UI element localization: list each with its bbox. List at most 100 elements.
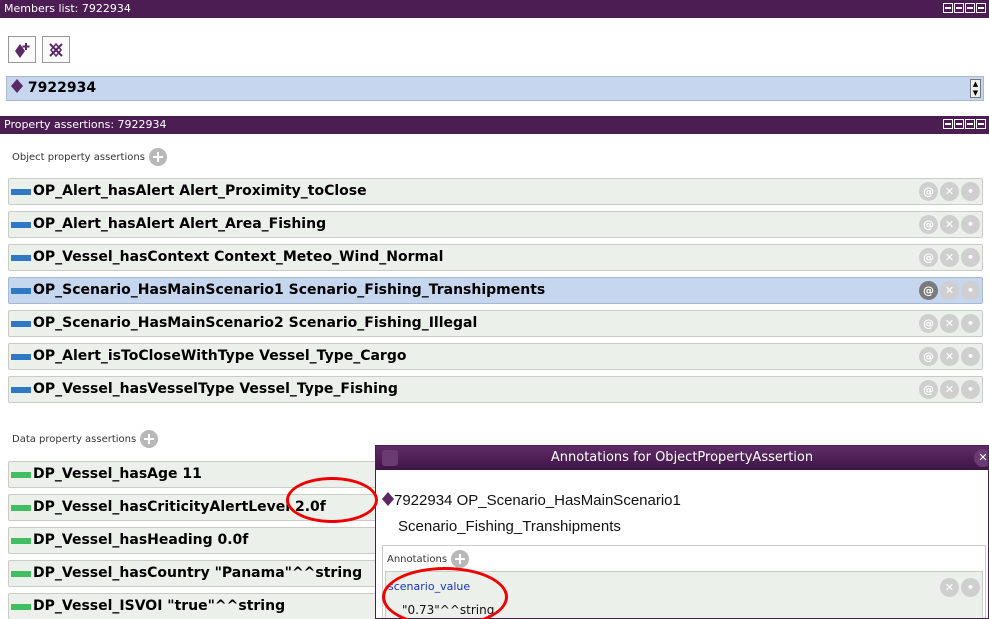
window-minimize-icon[interactable] bbox=[954, 119, 964, 129]
annotation-subject-line1: 7922934 OP_Scenario_HasMainScenario1 bbox=[394, 492, 681, 509]
object-property-icon bbox=[11, 353, 31, 360]
data-property-icon bbox=[11, 603, 31, 610]
object-property-section-label: Object property assertions bbox=[12, 151, 145, 163]
window-float-icon[interactable] bbox=[943, 3, 953, 13]
window-close-icon[interactable] bbox=[976, 119, 986, 129]
annotation-subject: 7922934 OP_Scenario_HasMainScenario1 Sce… bbox=[382, 488, 681, 540]
delete-icon[interactable]: ✕ bbox=[940, 215, 959, 234]
edit-icon[interactable]: • bbox=[961, 248, 980, 267]
annotate-icon[interactable]: @ bbox=[919, 380, 938, 399]
add-data-property-icon[interactable] bbox=[140, 430, 159, 448]
selected-individual-label: 7922934 bbox=[27, 80, 97, 96]
add-object-property-icon[interactable] bbox=[148, 148, 167, 166]
individual-diamond-icon bbox=[382, 492, 394, 506]
window-maximize-icon[interactable] bbox=[965, 119, 975, 129]
data-property-icon bbox=[11, 471, 31, 478]
add-individual-icon bbox=[15, 42, 30, 58]
annotations-dialog-title: Annotations for ObjectPropertyAssertion bbox=[550, 450, 814, 465]
add-individual-button[interactable] bbox=[8, 36, 36, 63]
row-actions: @ ✕ • bbox=[919, 380, 980, 399]
edit-icon[interactable]: • bbox=[961, 281, 980, 300]
edit-annotation-icon[interactable]: • bbox=[961, 578, 980, 597]
object-property-section-header: Object property assertions bbox=[12, 148, 167, 166]
delete-annotation-icon[interactable]: ✕ bbox=[940, 578, 959, 597]
property-assertions-title-bar: Property assertions: 7922934 bbox=[0, 116, 989, 134]
edit-icon[interactable]: • bbox=[961, 314, 980, 333]
object-property-assertion-row[interactable]: OP_Vessel_hasVesselType Vessel_Type_Fish… bbox=[8, 376, 983, 403]
delete-icon[interactable]: ✕ bbox=[940, 182, 959, 201]
object-property-assertion-label: OP_Vessel_hasVesselType Vessel_Type_Fish… bbox=[33, 381, 398, 397]
dialog-close-icon[interactable]: ✕ bbox=[974, 449, 988, 467]
annotations-dialog-title-bar: Annotations for ObjectPropertyAssertion … bbox=[376, 446, 988, 470]
object-property-assertion-row[interactable]: OP_Scenario_HasMainScenario1 Scenario_Fi… bbox=[8, 277, 983, 304]
object-property-assertion-row[interactable]: OP_Alert_hasAlert Alert_Area_Fishing @ ✕ • bbox=[8, 211, 983, 238]
members-window-controls[interactable] bbox=[943, 3, 986, 13]
members-list-title-bar: Members list: 7922934 bbox=[0, 0, 989, 18]
data-property-assertion-label: DP_Vessel_hasAge 11 bbox=[33, 466, 202, 482]
annotate-icon[interactable]: @ bbox=[919, 248, 938, 267]
data-property-icon bbox=[11, 570, 31, 577]
data-property-assertion-label: DP_Vessel_hasHeading 0.0f bbox=[33, 532, 249, 548]
delete-individual-button[interactable] bbox=[42, 36, 70, 63]
delete-icon[interactable]: ✕ bbox=[940, 380, 959, 399]
edit-icon[interactable]: • bbox=[961, 182, 980, 201]
annotate-icon[interactable]: @ bbox=[919, 281, 938, 300]
annotate-icon[interactable]: @ bbox=[919, 314, 938, 333]
highlight-circle-scenario-value bbox=[382, 567, 508, 619]
annotations-label: Annotations bbox=[387, 553, 448, 565]
annotation-subject-line2: Scenario_Fishing_Transhipments bbox=[398, 518, 621, 535]
window-float-icon[interactable] bbox=[943, 119, 953, 129]
object-property-icon bbox=[11, 287, 31, 294]
scroll-spinner[interactable]: ▲ ▼ bbox=[970, 79, 981, 98]
row-actions: @ ✕ • bbox=[919, 182, 980, 201]
annotations-header: Annotations bbox=[383, 546, 985, 568]
annotation-row-actions: ✕ • bbox=[940, 578, 980, 597]
window-close-icon[interactable] bbox=[976, 3, 986, 13]
object-property-assertion-row[interactable]: OP_Scenario_HasMainScenario2 Scenario_Fi… bbox=[8, 310, 983, 337]
edit-icon[interactable]: • bbox=[961, 347, 980, 366]
object-property-assertion-label: OP_Scenario_HasMainScenario2 Scenario_Fi… bbox=[33, 315, 478, 331]
object-property-assertion-label: OP_Alert_hasAlert Alert_Proximity_toClos… bbox=[33, 183, 367, 199]
members-list-title: Members list: 7922934 bbox=[4, 2, 131, 15]
object-property-assertion-label: OP_Vessel_hasContext Context_Meteo_Wind_… bbox=[33, 249, 444, 265]
object-property-assertion-row[interactable]: OP_Alert_isToCloseWithType Vessel_Type_C… bbox=[8, 343, 983, 370]
row-actions: @ ✕ • bbox=[919, 215, 980, 234]
object-property-icon bbox=[11, 188, 31, 195]
object-property-assertion-label: OP_Scenario_HasMainScenario1 Scenario_Fi… bbox=[33, 282, 546, 298]
object-property-assertion-row[interactable]: OP_Vessel_hasContext Context_Meteo_Wind_… bbox=[8, 244, 983, 271]
object-property-icon bbox=[11, 386, 31, 393]
property-assertions-title: Property assertions: 7922934 bbox=[4, 118, 167, 131]
window-maximize-icon[interactable] bbox=[965, 3, 975, 13]
annotate-icon[interactable]: @ bbox=[919, 347, 938, 366]
object-property-assertion-row[interactable]: OP_Alert_hasAlert Alert_Proximity_toClos… bbox=[8, 178, 983, 205]
annotate-icon[interactable]: @ bbox=[919, 215, 938, 234]
dialog-menu-icon[interactable] bbox=[382, 450, 398, 466]
data-property-icon bbox=[11, 504, 31, 511]
window-minimize-icon[interactable] bbox=[954, 3, 964, 13]
data-property-section-label: Data property assertions bbox=[12, 433, 137, 445]
data-property-assertion-label: DP_Vessel_hasCountry "Panama"^^string bbox=[33, 565, 363, 581]
object-property-icon bbox=[11, 254, 31, 261]
edit-icon[interactable]: • bbox=[961, 215, 980, 234]
add-annotation-icon[interactable] bbox=[451, 550, 470, 568]
row-actions: @ ✕ • bbox=[919, 314, 980, 333]
highlight-circle-criticity-value bbox=[286, 477, 378, 523]
property-window-controls[interactable] bbox=[943, 119, 986, 129]
object-property-icon bbox=[11, 320, 31, 327]
data-property-assertion-label: DP_Vessel_hasCriticityAlertLevel 2.0f bbox=[33, 499, 326, 515]
object-property-icon bbox=[11, 221, 31, 228]
delete-icon[interactable]: ✕ bbox=[940, 248, 959, 267]
delete-icon[interactable]: ✕ bbox=[940, 281, 959, 300]
individual-diamond-icon bbox=[11, 79, 23, 93]
edit-icon[interactable]: • bbox=[961, 380, 980, 399]
data-property-icon bbox=[11, 537, 31, 544]
members-toolbar bbox=[8, 36, 70, 63]
row-actions: @ ✕ • bbox=[919, 248, 980, 267]
delete-icon[interactable]: ✕ bbox=[940, 314, 959, 333]
annotate-icon[interactable]: @ bbox=[919, 182, 938, 201]
delete-icon[interactable]: ✕ bbox=[940, 347, 959, 366]
object-property-assertion-label: OP_Alert_isToCloseWithType Vessel_Type_C… bbox=[33, 348, 407, 364]
selected-individual-row[interactable]: 7922934 ▲ ▼ bbox=[6, 76, 984, 101]
data-property-assertion-label: DP_Vessel_ISVOI "true"^^string bbox=[33, 598, 286, 614]
delete-individual-icon bbox=[49, 42, 63, 57]
